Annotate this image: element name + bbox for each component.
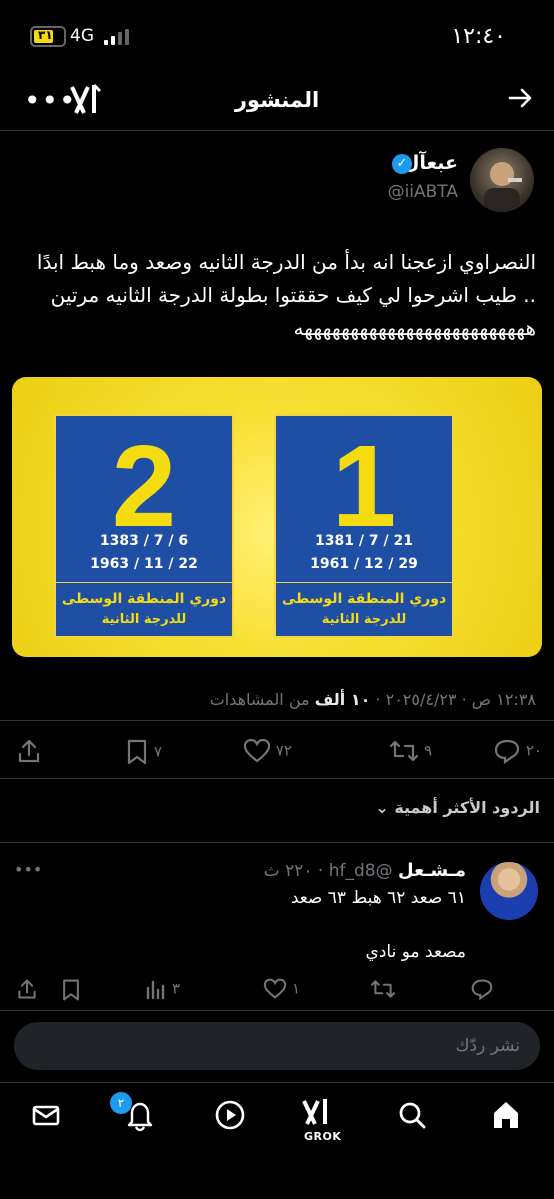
repost-icon [390, 740, 419, 762]
views-count: ١٠ ألف [314, 690, 371, 709]
like-button[interactable]: ٧٢ [243, 738, 292, 768]
battery-icon: ٣١ [30, 26, 66, 47]
reply-more-icon[interactable]: ••• [14, 860, 42, 879]
post-timestamp: ١٢:٣٨ ص · ٢٠٢٥/٤/٢٣ · [375, 690, 536, 709]
bookmark-icon [63, 979, 79, 1001]
mail-icon [32, 1105, 60, 1126]
card-number: 2 [111, 421, 177, 551]
compose-divider [0, 1082, 554, 1083]
post-text: النصراوي ازعجنا انه بدأ من الدرجة الثاني… [36, 250, 536, 340]
repost-count: ٩ [423, 741, 432, 760]
card-greg-date: 1961 / 12 / 29 [310, 556, 418, 572]
battery-level: ٣١ [38, 28, 53, 42]
back-arrow-icon[interactable] [506, 84, 534, 120]
reply-views-count: ٣ [171, 979, 180, 998]
reply-icon [494, 739, 520, 765]
reply-views-button[interactable]: ٣ [145, 978, 180, 1008]
reply-icon [471, 979, 493, 1001]
card-league: دوري المنطقة الوسطى [281, 591, 447, 607]
views-icon [146, 980, 165, 1000]
reply-count: ٢٠ [525, 741, 542, 760]
tab-video[interactable] [210, 1098, 250, 1138]
chevron-down-icon: ⌄ [375, 798, 389, 817]
card-greg-date: 1963 / 11 / 22 [90, 556, 198, 572]
author-handle[interactable]: @iiABTA [388, 182, 458, 202]
reply-handle[interactable]: @hf_d8 [329, 861, 393, 881]
play-icon [215, 1100, 245, 1130]
reply-button[interactable]: ٢٠ [493, 738, 542, 768]
network-type: 4G [70, 26, 94, 46]
share-icon [18, 739, 40, 763]
tab-messages[interactable] [26, 1098, 66, 1138]
reply-author-avatar[interactable] [480, 862, 538, 920]
actions-divider [0, 778, 554, 779]
views-label: من المشاهدات [209, 690, 310, 709]
reply-time: ٢٢٠ ث [263, 861, 313, 881]
tab-search[interactable] [392, 1098, 432, 1138]
bookmark-button[interactable]: ٧ [125, 738, 162, 768]
reply-share-button[interactable] [16, 978, 38, 1008]
reply-divider [0, 1010, 554, 1011]
like-count: ٧٢ [275, 741, 292, 760]
compose-placeholder: نشر ردّك [455, 1036, 520, 1056]
sort-divider [0, 842, 554, 843]
share-icon [18, 979, 36, 999]
reply-repost-button[interactable] [370, 978, 396, 1008]
reply-bookmark-button[interactable] [60, 978, 82, 1008]
title-card-2: 2 1383 / 7 / 6 1963 / 11 / 22 دوري المنط… [54, 414, 234, 638]
grok-icon [302, 1099, 327, 1125]
post-meta: ١٢:٣٨ ص · ٢٠٢٥/٤/٢٣ · ١٠ ألف من المشاهدا… [210, 690, 536, 709]
tab-home[interactable] [486, 1098, 526, 1138]
post-image[interactable]: 1 1381 / 7 / 21 1961 / 12 / 29 دوري المن… [12, 377, 542, 657]
reply-reply-button[interactable] [470, 978, 494, 1008]
share-button[interactable] [16, 738, 42, 768]
replies-sort-label: الردود الأكثر أهمية [394, 798, 540, 817]
reply-text-line2: مصعد مو نادي [365, 942, 466, 962]
status-time: ١٢:٤٠ [451, 24, 506, 49]
notifications-badge: ٢ [110, 1092, 132, 1114]
heart-icon [243, 738, 271, 763]
bookmark-icon [128, 739, 147, 765]
author-avatar[interactable] [470, 148, 534, 212]
reply-like-count: ١ [291, 979, 300, 998]
repost-button[interactable]: ٩ [389, 738, 432, 768]
card-division: للدرجة الثانية [101, 612, 187, 627]
grok-tab-label: GROK [304, 1130, 342, 1143]
search-icon [399, 1102, 426, 1129]
bookmark-count: ٧ [153, 742, 162, 761]
title-card-1: 1 1381 / 7 / 21 1961 / 12 / 29 دوري المن… [274, 414, 454, 638]
page-title: المنشور [234, 88, 320, 112]
card-league: دوري المنطقة الوسطى [61, 591, 227, 607]
verified-badge-icon: ✓ [392, 154, 412, 174]
home-icon [494, 1102, 518, 1128]
card-hijri-date: 1381 / 7 / 21 [315, 533, 413, 549]
heart-icon [263, 978, 287, 999]
card-hijri-date: 1383 / 7 / 6 [99, 533, 189, 549]
replies-sort-toggle[interactable]: الردود الأكثر أهمية ⌄ [375, 798, 540, 817]
reply-author-name[interactable]: مـشـعل [398, 860, 466, 881]
header-divider [0, 130, 554, 131]
reply-header: مـشـعل @hf_d8 · ٢٢٠ ث [263, 860, 466, 881]
meta-divider [0, 720, 554, 721]
reply-text-line1: ٦١ صعد ٦٢ هبط ٦٣ صعد [290, 888, 466, 908]
signal-icon [104, 29, 132, 45]
repost-icon [370, 980, 396, 998]
card-division: للدرجة الثانية [321, 612, 407, 627]
reply-like-button[interactable]: ١ [263, 978, 300, 1008]
card-number: 1 [331, 421, 397, 551]
